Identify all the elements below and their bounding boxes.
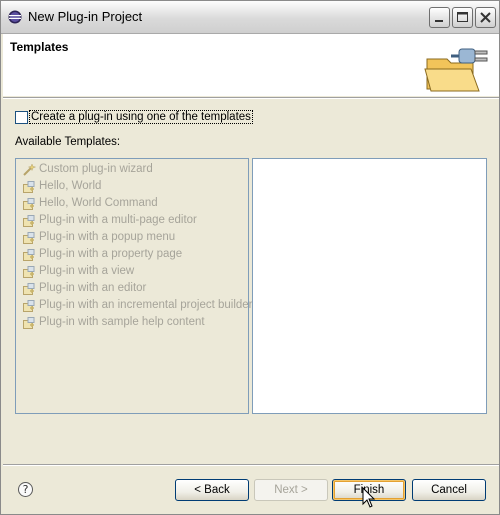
template-icon <box>23 300 35 312</box>
template-list-item-label: Plug-in with a multi-page editor <box>39 214 197 226</box>
template-icon <box>23 198 35 210</box>
eclipse-icon <box>8 10 22 24</box>
template-icon <box>23 181 35 193</box>
template-list-item-label: Hello, World <box>39 180 102 192</box>
use-template-checkbox-label[interactable]: Create a plug-in using one of the templa… <box>29 110 253 124</box>
help-icon[interactable]: ? <box>18 482 33 497</box>
template-icon <box>23 266 35 278</box>
template-list-item-label: Plug-in with an incremental project buil… <box>39 299 253 311</box>
template-icon <box>23 283 35 295</box>
mouse-pointer-icon <box>362 487 376 508</box>
minimize-icon <box>435 20 443 22</box>
maximize-button[interactable] <box>452 7 473 28</box>
back-button[interactable]: < Back <box>175 479 249 501</box>
wizard-icon <box>23 163 36 176</box>
close-button[interactable] <box>475 7 496 28</box>
header-divider <box>3 97 499 99</box>
template-list-item-label: Hello, World Command <box>39 197 158 209</box>
footer-divider <box>3 464 499 466</box>
template-icon <box>23 232 35 244</box>
template-icon <box>23 249 35 261</box>
cancel-button[interactable]: Cancel <box>412 479 486 501</box>
template-list-item-label: Plug-in with a view <box>39 265 135 277</box>
available-templates-label: Available Templates: <box>15 136 121 148</box>
template-list-item-label: Custom plug-in wizard <box>39 163 153 175</box>
template-description-pane <box>252 158 487 414</box>
title-bar[interactable]: New Plug-in Project <box>1 1 499 34</box>
close-icon <box>480 12 491 23</box>
next-button[interactable]: Next > <box>254 479 328 501</box>
page-title: Templates <box>10 40 69 54</box>
template-icon <box>23 215 35 227</box>
template-list-item-label: Plug-in with a property page <box>39 248 183 260</box>
window-title: New Plug-in Project <box>28 9 143 24</box>
maximize-icon <box>457 12 468 22</box>
minimize-button[interactable] <box>429 7 450 28</box>
folder-plug-icon <box>424 48 488 92</box>
template-icon <box>23 317 35 329</box>
template-list-item-label: Plug-in with sample help content <box>39 316 205 328</box>
template-list-item-label: Plug-in with a popup menu <box>39 231 176 243</box>
dialog-window: New Plug-in Project Templates Create a p… <box>0 0 500 515</box>
use-template-checkbox[interactable] <box>15 111 28 124</box>
template-list-item-label: Plug-in with an editor <box>39 282 147 294</box>
templates-list[interactable]: Custom plug-in wizard Hello, World Hello, … <box>15 158 253 414</box>
